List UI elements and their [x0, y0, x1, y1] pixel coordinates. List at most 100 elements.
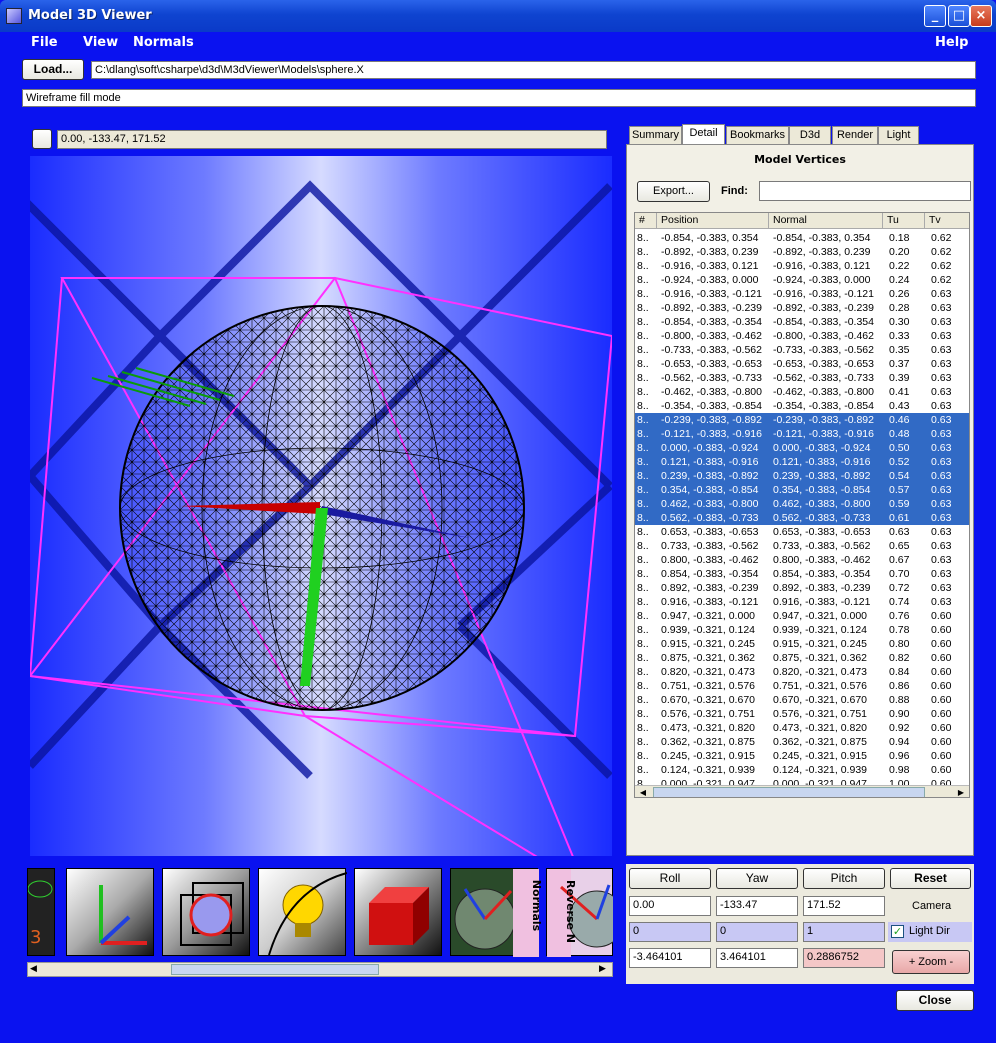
- tab-d3d[interactable]: D3d: [789, 126, 831, 144]
- row-tu: 0.57: [889, 484, 910, 496]
- horizontal-scrollbar[interactable]: ◀ ▶: [635, 785, 969, 797]
- tab-detail[interactable]: Detail: [682, 124, 725, 145]
- table-row[interactable]: 8.. 0.733, -0.383, -0.562 0.733, -0.383, -…: [635, 539, 969, 553]
- pos-y-field[interactable]: 3.464101: [716, 948, 798, 968]
- toolbar-scrollbar[interactable]: ◀ ▶: [27, 962, 613, 977]
- table-row[interactable]: 8.. 0.800, -0.383, -0.462 0.800, -0.383, -…: [635, 553, 969, 567]
- light-x-field[interactable]: 0: [629, 922, 711, 942]
- close-window-button[interactable]: ×: [970, 5, 992, 27]
- table-row[interactable]: 8.. -0.892, -0.383, 0.239 -0.892, -0.383, …: [635, 245, 969, 259]
- table-row[interactable]: 8.. -0.892, -0.383, -0.239 -0.892, -0.383,…: [635, 301, 969, 315]
- 3d-viewport[interactable]: [30, 156, 612, 856]
- scroll-right-icon[interactable]: ▶: [955, 787, 967, 797]
- table-row[interactable]: 8.. 0.473, -0.321, 0.820 0.473, -0.321, 0.…: [635, 721, 969, 735]
- title-bar[interactable]: Model 3D Viewer _ □ ×: [0, 0, 996, 32]
- light-dir-checkbox[interactable]: ✓: [891, 925, 904, 938]
- table-row[interactable]: 8.. 0.939, -0.321, 0.124 0.939, -0.321, 0.…: [635, 623, 969, 637]
- table-row[interactable]: 8.. 0.854, -0.383, -0.354 0.854, -0.383, -…: [635, 567, 969, 581]
- table-row[interactable]: 8.. -0.916, -0.383, -0.121 -0.916, -0.383,…: [635, 287, 969, 301]
- table-row[interactable]: 8.. -0.854, -0.383, 0.354 -0.854, -0.383, …: [635, 231, 969, 245]
- table-row[interactable]: 8.. 0.354, -0.383, -0.854 0.354, -0.383, -…: [635, 483, 969, 497]
- table-row[interactable]: 8.. 0.121, -0.383, -0.916 0.121, -0.383, -…: [635, 455, 969, 469]
- yaw-button[interactable]: Yaw: [716, 868, 798, 889]
- roll-button[interactable]: Roll: [629, 868, 711, 889]
- table-row[interactable]: 8.. 0.820, -0.321, 0.473 0.820, -0.321, 0.…: [635, 665, 969, 679]
- scroll-thumb[interactable]: [653, 787, 925, 797]
- table-row[interactable]: 8.. 0.653, -0.383, -0.653 0.653, -0.383, -…: [635, 525, 969, 539]
- table-row[interactable]: 8.. 0.124, -0.321, 0.939 0.124, -0.321, 0.…: [635, 763, 969, 777]
- axes-icon[interactable]: [66, 868, 154, 956]
- table-row[interactable]: 8.. 0.245, -0.321, 0.915 0.245, -0.321, 0.…: [635, 749, 969, 763]
- table-row[interactable]: 8.. 0.000, -0.383, -0.924 0.000, -0.383, -…: [635, 441, 969, 455]
- table-row[interactable]: 8.. 0.670, -0.321, 0.670 0.670, -0.321, 0.…: [635, 693, 969, 707]
- toolbar-scroll-left-icon[interactable]: ◀: [30, 964, 37, 974]
- table-row[interactable]: 8.. 0.239, -0.383, -0.892 0.239, -0.383, -…: [635, 469, 969, 483]
- table-row[interactable]: 8.. -0.121, -0.383, -0.916 -0.121, -0.383,…: [635, 427, 969, 441]
- table-row[interactable]: 8.. -0.239, -0.383, -0.892 -0.239, -0.383,…: [635, 413, 969, 427]
- table-row[interactable]: 8.. 0.000, -0.321, 0.947 0.000, -0.321, 0.…: [635, 777, 969, 785]
- roll-field[interactable]: 0.00: [629, 896, 711, 916]
- table-row[interactable]: 8.. 0.462, -0.383, -0.800 0.462, -0.383, -…: [635, 497, 969, 511]
- menu-help[interactable]: Help: [935, 35, 968, 50]
- col-header-position[interactable]: Position: [657, 213, 769, 229]
- tab-light[interactable]: Light: [878, 126, 919, 144]
- table-row[interactable]: 8.. 0.562, -0.383, -0.733 0.562, -0.383, -…: [635, 511, 969, 525]
- model-path-field[interactable]: C:\dlang\soft\csharpe\d3d\M3dViewer\Mode…: [91, 61, 976, 79]
- table-row[interactable]: 8.. 0.916, -0.383, -0.121 0.916, -0.383, -…: [635, 595, 969, 609]
- col-header-tv[interactable]: Tv: [925, 213, 969, 229]
- pos-x-field[interactable]: -3.464101: [629, 948, 711, 968]
- table-row[interactable]: 8.. 0.892, -0.383, -0.239 0.892, -0.383, -…: [635, 581, 969, 595]
- light-z-field[interactable]: 1: [803, 922, 885, 942]
- table-row[interactable]: 8.. -0.653, -0.383, -0.653 -0.653, -0.383,…: [635, 357, 969, 371]
- pitch-button[interactable]: Pitch: [803, 868, 885, 889]
- table-row[interactable]: 8.. -0.800, -0.383, -0.462 -0.800, -0.383,…: [635, 329, 969, 343]
- yaw-field[interactable]: -133.47: [716, 896, 798, 916]
- table-row[interactable]: 8.. 0.751, -0.321, 0.576 0.751, -0.321, 0.…: [635, 679, 969, 693]
- row-normal: -0.854, -0.383, -0.354: [773, 316, 874, 328]
- teapot-icon[interactable]: 3: [27, 868, 55, 956]
- menu-normals[interactable]: Normals: [133, 35, 194, 50]
- col-header-index[interactable]: #: [635, 213, 657, 229]
- viewport-options-button[interactable]: [32, 129, 52, 149]
- table-row[interactable]: 8.. 0.576, -0.321, 0.751 0.576, -0.321, 0.…: [635, 707, 969, 721]
- col-header-tu[interactable]: Tu: [883, 213, 925, 229]
- table-row[interactable]: 8.. 0.947, -0.321, 0.000 0.947, -0.321, 0.…: [635, 609, 969, 623]
- table-row[interactable]: 8.. 0.875, -0.321, 0.362 0.875, -0.321, 0.…: [635, 651, 969, 665]
- table-row[interactable]: 8.. 0.915, -0.321, 0.245 0.915, -0.321, 0.…: [635, 637, 969, 651]
- light-bulb-icon[interactable]: [258, 868, 348, 956]
- table-row[interactable]: 8.. -0.854, -0.383, -0.354 -0.854, -0.383,…: [635, 315, 969, 329]
- table-row[interactable]: 8.. -0.562, -0.383, -0.733 -0.562, -0.383,…: [635, 371, 969, 385]
- pitch-field[interactable]: 171.52: [803, 896, 885, 916]
- tab-render[interactable]: Render: [832, 126, 878, 144]
- toolbar-scroll-thumb[interactable]: [171, 964, 379, 975]
- col-header-normal[interactable]: Normal: [769, 213, 883, 229]
- vertex-grid[interactable]: # Position Normal Tu Tv 8.. -0.854, -0.38…: [634, 212, 970, 798]
- tab-bookmarks[interactable]: Bookmarks: [726, 126, 789, 144]
- bounding-box-icon[interactable]: [162, 868, 250, 956]
- table-row[interactable]: 8.. 0.362, -0.321, 0.875 0.362, -0.321, 0.…: [635, 735, 969, 749]
- table-row[interactable]: 8.. -0.462, -0.383, -0.800 -0.462, -0.383,…: [635, 385, 969, 399]
- pos-z-field[interactable]: 0.2886752: [803, 948, 885, 968]
- reverse-normals-icon[interactable]: Reverse N: [546, 868, 613, 957]
- tab-summary[interactable]: Summary: [629, 126, 682, 144]
- table-row[interactable]: 8.. -0.916, -0.383, 0.121 -0.916, -0.383, …: [635, 259, 969, 273]
- table-row[interactable]: 8.. -0.924, -0.383, 0.000 -0.924, -0.383, …: [635, 273, 969, 287]
- scroll-left-icon[interactable]: ◀: [637, 787, 649, 797]
- find-input[interactable]: [759, 181, 971, 201]
- light-dir-checkbox-row[interactable]: ✓ Light Dir: [888, 922, 972, 942]
- menu-file[interactable]: File: [31, 35, 58, 50]
- zoom-button[interactable]: + Zoom -: [892, 950, 970, 974]
- export-button[interactable]: Export...: [637, 181, 710, 202]
- reset-button[interactable]: Reset: [890, 868, 971, 889]
- maximize-button[interactable]: □: [948, 5, 970, 27]
- normals-icon[interactable]: Normals: [450, 868, 543, 957]
- minimize-button[interactable]: _: [924, 5, 946, 27]
- menu-view[interactable]: View: [83, 35, 118, 50]
- toolbar-scroll-right-icon[interactable]: ▶: [599, 964, 606, 974]
- close-button[interactable]: Close: [896, 990, 974, 1011]
- load-button[interactable]: Load...: [22, 59, 84, 80]
- cube-icon[interactable]: [354, 868, 442, 956]
- table-row[interactable]: 8.. -0.733, -0.383, -0.562 -0.733, -0.383,…: [635, 343, 969, 357]
- table-row[interactable]: 8.. -0.354, -0.383, -0.854 -0.354, -0.383,…: [635, 399, 969, 413]
- light-y-field[interactable]: 0: [716, 922, 798, 942]
